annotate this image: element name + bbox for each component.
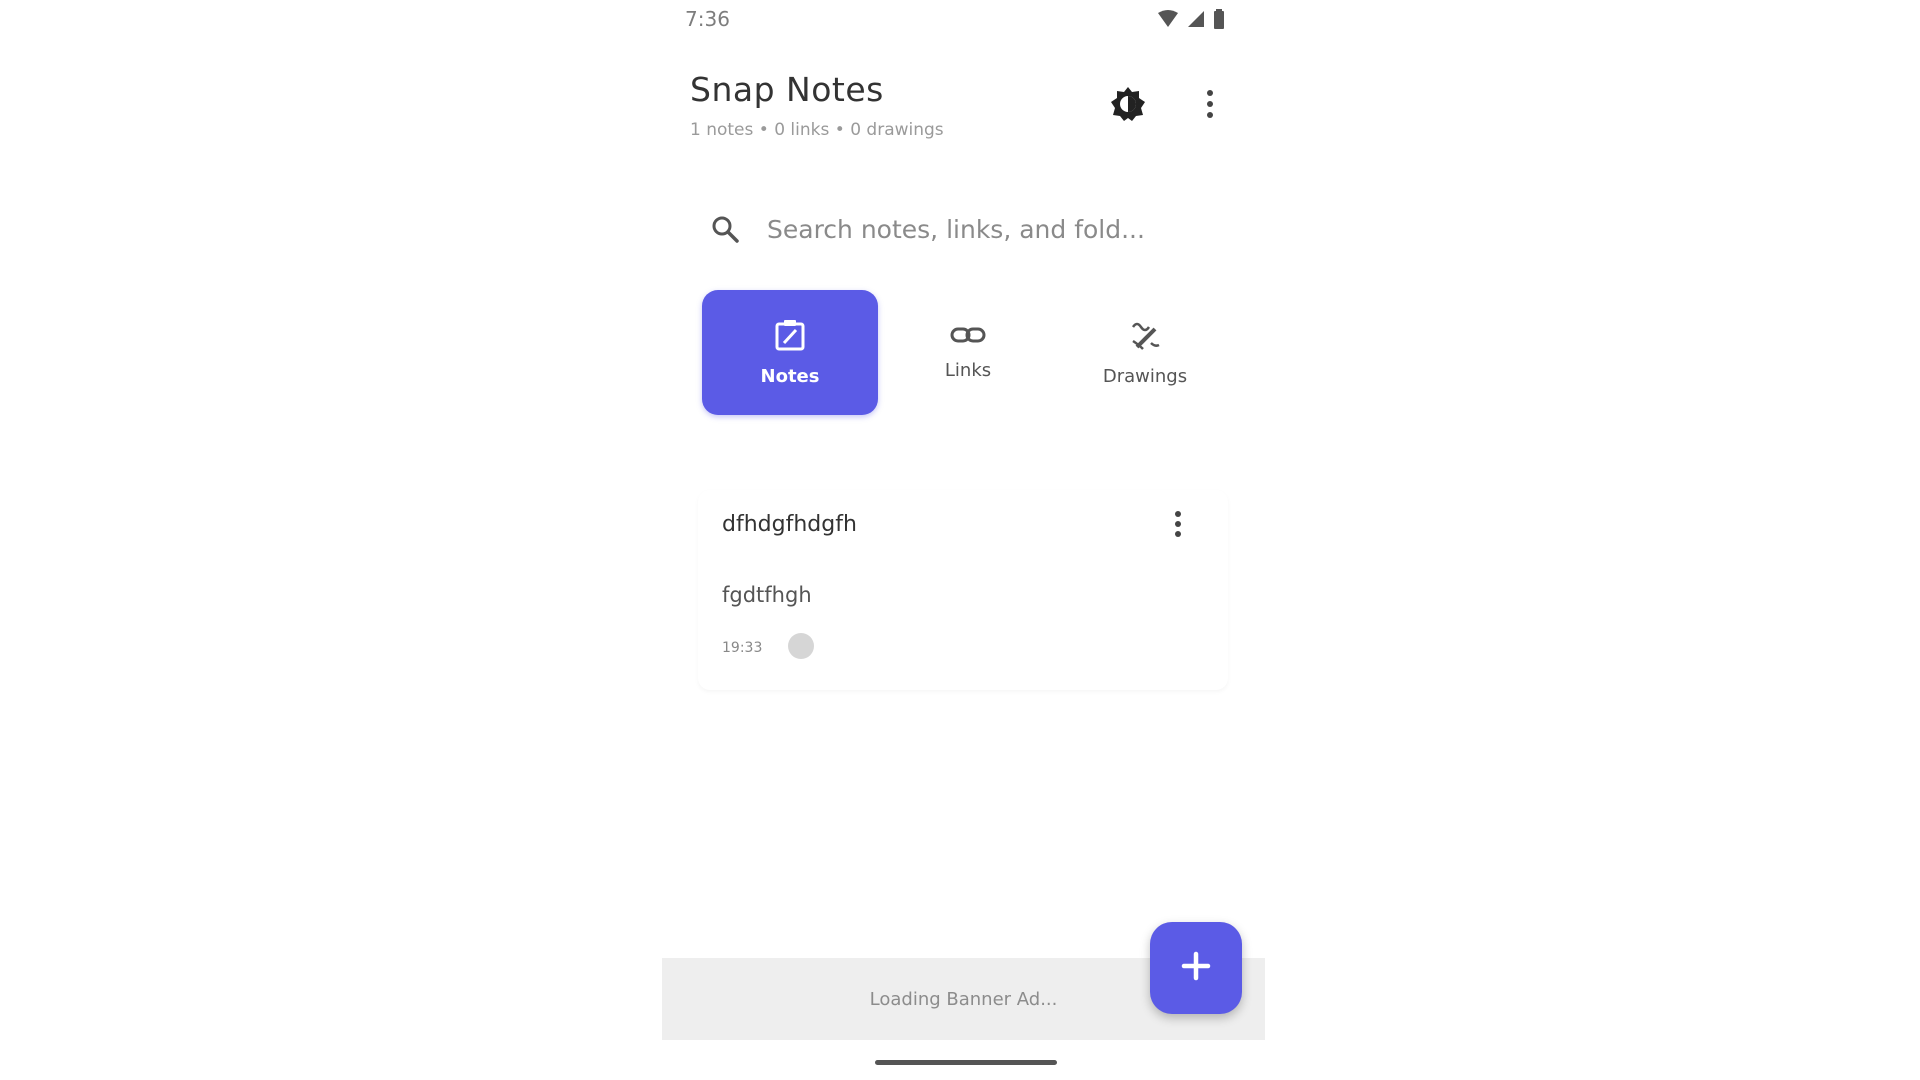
note-more-button[interactable] [1163,508,1193,544]
theme-toggle-icon [1110,86,1146,126]
note-color-dot [788,633,814,659]
more-vert-icon [1174,510,1182,542]
note-title: dfhdgfhdgfh [722,512,857,537]
more-vert-icon [1206,89,1214,123]
tab-notes-label: Notes [760,365,820,387]
search-icon [705,209,745,249]
tab-drawings-label: Drawings [1102,365,1188,387]
note-body: fgdtfhgh [722,583,812,607]
search-input[interactable] [767,214,1187,244]
status-bar: 7:36 [685,4,1225,34]
tab-links[interactable]: Links [880,290,1056,415]
wifi-icon [1157,10,1179,28]
theme-toggle-button[interactable] [1108,86,1148,126]
add-note-button[interactable] [1150,922,1242,1014]
add-icon [1178,948,1214,988]
app-title: Snap Notes [690,70,884,109]
edit-note-icon [775,319,805,356]
tab-links-label: Links [944,359,992,381]
category-tabs: Notes Links Drawings [702,290,1222,415]
note-card[interactable]: dfhdgfhdgfh fgdtfhgh 19:33 [698,490,1228,690]
signal-icon [1187,10,1205,28]
status-time: 7:36 [685,7,730,31]
home-indicator[interactable] [875,1060,1057,1065]
phone-screen: 7:36 Snap Notes 1 notes • 0 links • 0 dr… [660,0,1265,1080]
draw-icon [1129,319,1161,356]
link-icon [950,325,986,350]
status-icons [1157,9,1225,29]
ad-banner-text: Loading Banner Ad... [869,988,1058,1010]
battery-icon [1213,9,1225,29]
note-time: 19:33 [722,640,763,656]
app-bar: Snap Notes 1 notes • 0 links • 0 drawing… [690,70,1225,145]
tab-drawings[interactable]: Drawings [1057,290,1233,415]
tab-notes[interactable]: Notes [702,290,878,415]
search-bar[interactable] [705,200,1205,258]
app-subtitle: 1 notes • 0 links • 0 drawings [690,120,944,140]
more-options-button[interactable] [1195,86,1225,126]
